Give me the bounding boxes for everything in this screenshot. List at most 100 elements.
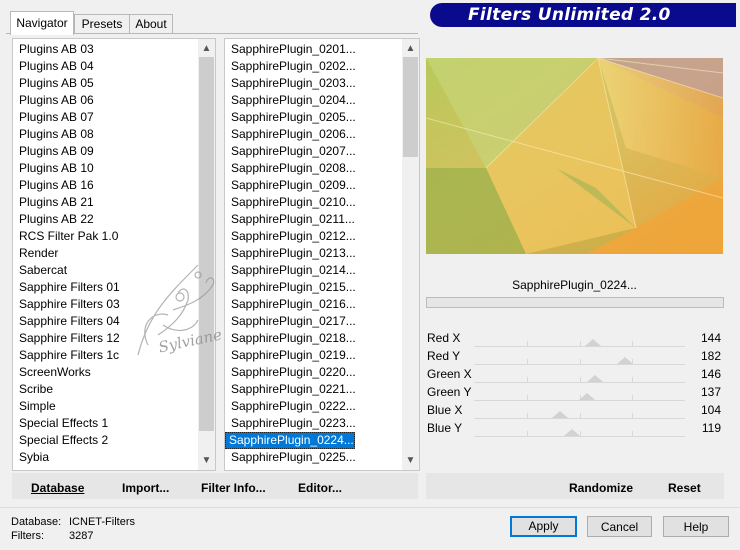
filter-list-item[interactable]: SapphirePlugin_0207... [225, 143, 356, 160]
category-list-item[interactable]: Scribe [13, 381, 53, 398]
cancel-button[interactable]: Cancel [587, 516, 652, 537]
filter-list-item[interactable]: SapphirePlugin_0218... [225, 330, 356, 347]
filter-list-item[interactable]: SapphirePlugin_0212... [225, 228, 356, 245]
filter-list-item[interactable]: SapphirePlugin_0202... [225, 58, 356, 75]
category-list-item[interactable]: Sapphire Filters 03 [13, 296, 120, 313]
param-slider[interactable]: Blue X 104 [426, 401, 723, 419]
param-slider[interactable]: Blue Y 119 [426, 419, 723, 437]
filter-list-item[interactable]: SapphirePlugin_0223... [225, 415, 356, 432]
slider-thumb[interactable] [585, 339, 602, 346]
apply-button[interactable]: Apply [510, 516, 577, 537]
filter-list[interactable]: SapphirePlugin_0225... SapphirePlugin_022… [224, 38, 420, 471]
scroll-down-icon[interactable]: ▼ [402, 452, 419, 469]
slider-thumb[interactable] [552, 411, 569, 418]
param-label: Blue Y [427, 421, 463, 435]
slider-track[interactable] [474, 436, 685, 437]
separator [0, 507, 740, 508]
filter-list-item[interactable]: SapphirePlugin_0220... [225, 364, 356, 381]
filter-list-item[interactable]: SapphirePlugin_0213... [225, 245, 356, 262]
filter-list-item[interactable]: SapphirePlugin_0224... [225, 432, 355, 449]
app-title: Filters Unlimited 2.0 [468, 5, 671, 25]
param-value: 146 [700, 367, 721, 381]
slider-thumb[interactable] [616, 357, 633, 364]
param-slider[interactable]: Red Y 182 [426, 347, 723, 365]
category-list-item[interactable]: Plugins AB 16 [13, 177, 94, 194]
filter-list-item[interactable]: SapphirePlugin_0210... [225, 194, 356, 211]
category-list-item[interactable]: Simple [13, 398, 56, 415]
help-button[interactable]: Help [663, 516, 729, 537]
category-list-item[interactable]: Sapphire Filters 12 [13, 330, 120, 347]
category-list-item[interactable]: Sabercat [13, 262, 67, 279]
tab-navigator[interactable]: Navigator [10, 11, 74, 35]
category-list-item[interactable]: Plugins AB 21 [13, 194, 94, 211]
category-list-item[interactable]: Plugins AB 05 [13, 75, 94, 92]
randomize-button[interactable]: Randomize [569, 481, 633, 495]
filter-list-item[interactable]: SapphirePlugin_0204... [225, 92, 356, 109]
filter-list-item[interactable]: SapphirePlugin_0221... [225, 381, 356, 398]
category-list-item[interactable]: Plugins AB 10 [13, 160, 94, 177]
category-list-item[interactable]: Plugins AB 22 [13, 211, 94, 228]
category-list-item[interactable]: Render [13, 245, 58, 262]
param-value: 144 [700, 331, 721, 345]
category-list-item[interactable]: ScreenWorks [13, 364, 91, 381]
database-button[interactable]: Database [31, 481, 84, 495]
category-list-item[interactable]: RCS Filter Pak 1.0 [13, 228, 118, 245]
param-value: 182 [700, 349, 721, 363]
category-list-item[interactable]: Plugins AB 04 [13, 58, 94, 75]
category-list-item[interactable]: Plugins AB 07 [13, 109, 94, 126]
category-list-item[interactable]: Special Effects 2 [13, 432, 108, 449]
scroll-thumb[interactable] [403, 57, 418, 157]
filter-list-item[interactable]: SapphirePlugin_0206... [225, 126, 356, 143]
filter-list-item[interactable]: SapphirePlugin_0216... [225, 296, 356, 313]
filter-list-item[interactable]: SapphirePlugin_0209... [225, 177, 356, 194]
param-slider[interactable]: Green Y 137 [426, 383, 723, 401]
category-list-item[interactable]: Plugins AB 06 [13, 92, 94, 109]
filter-list-item[interactable]: SapphirePlugin_0208... [225, 160, 356, 177]
category-list-item[interactable]: Plugins AB 08 [13, 126, 94, 143]
filter-list-item[interactable]: SapphirePlugin_0225... [225, 449, 356, 466]
param-label: Red Y [427, 349, 461, 363]
tab-presets[interactable]: Presets [74, 14, 130, 34]
category-list-item[interactable]: Plugins AB 09 [13, 143, 94, 160]
scroll-down-icon[interactable]: ▼ [198, 452, 215, 469]
editor-button[interactable]: Editor... [298, 481, 342, 495]
scroll-thumb[interactable] [199, 57, 214, 431]
param-value: 104 [700, 403, 721, 417]
filter-list-item[interactable]: SapphirePlugin_0203... [225, 75, 356, 92]
category-list-item[interactable]: Special Effects 1 [13, 415, 108, 432]
selected-filter-name: SapphirePlugin_0224... [426, 273, 723, 297]
slider-thumb[interactable] [564, 429, 581, 436]
param-slider[interactable]: Red X 144 [426, 329, 723, 347]
filter-list-item[interactable]: SapphirePlugin_0215... [225, 279, 356, 296]
tab-about[interactable]: About [129, 14, 173, 34]
filter-list-item[interactable]: SapphirePlugin_0211... [225, 211, 355, 228]
slider-thumb[interactable] [586, 375, 603, 382]
database-value: ICNET-Filters [69, 516, 135, 528]
filter-list-item[interactable]: SapphirePlugin_0205... [225, 109, 356, 126]
filter-info-button[interactable]: Filter Info... [201, 481, 266, 495]
filters-count-value: 3287 [69, 530, 94, 542]
category-list-item[interactable]: Sybia [13, 449, 49, 466]
category-list-item[interactable]: Sapphire Filters 1c [13, 347, 119, 364]
category-list-item[interactable]: Sapphire Filters 01 [13, 279, 120, 296]
param-label: Green X [427, 367, 472, 381]
scroll-up-icon[interactable]: ▲ [402, 40, 419, 57]
param-value: 137 [700, 385, 721, 399]
reset-button[interactable]: Reset [668, 481, 701, 495]
param-label: Green Y [427, 385, 472, 399]
database-label: Database: [11, 516, 62, 528]
filter-list-item[interactable]: SapphirePlugin_0219... [225, 347, 356, 364]
import-button[interactable]: Import... [122, 481, 169, 495]
category-list-item[interactable]: Plugins AB 03 [13, 41, 94, 58]
filter-scrollbar[interactable]: ▲ ▼ [402, 39, 419, 470]
param-slider[interactable]: Green X 146 [426, 365, 723, 383]
filter-list-item[interactable]: SapphirePlugin_0217... [225, 313, 356, 330]
category-list-item[interactable]: Sapphire Filters 04 [13, 313, 120, 330]
filter-list-item[interactable]: SapphirePlugin_0201... [225, 41, 356, 58]
filter-list-item[interactable]: SapphirePlugin_0222... [225, 398, 356, 415]
scroll-up-icon[interactable]: ▲ [198, 40, 215, 57]
slider-thumb[interactable] [579, 393, 596, 400]
filters-count-label: Filters: [11, 530, 44, 542]
filter-list-item[interactable]: SapphirePlugin_0214... [225, 262, 356, 279]
preview-image [426, 58, 723, 254]
